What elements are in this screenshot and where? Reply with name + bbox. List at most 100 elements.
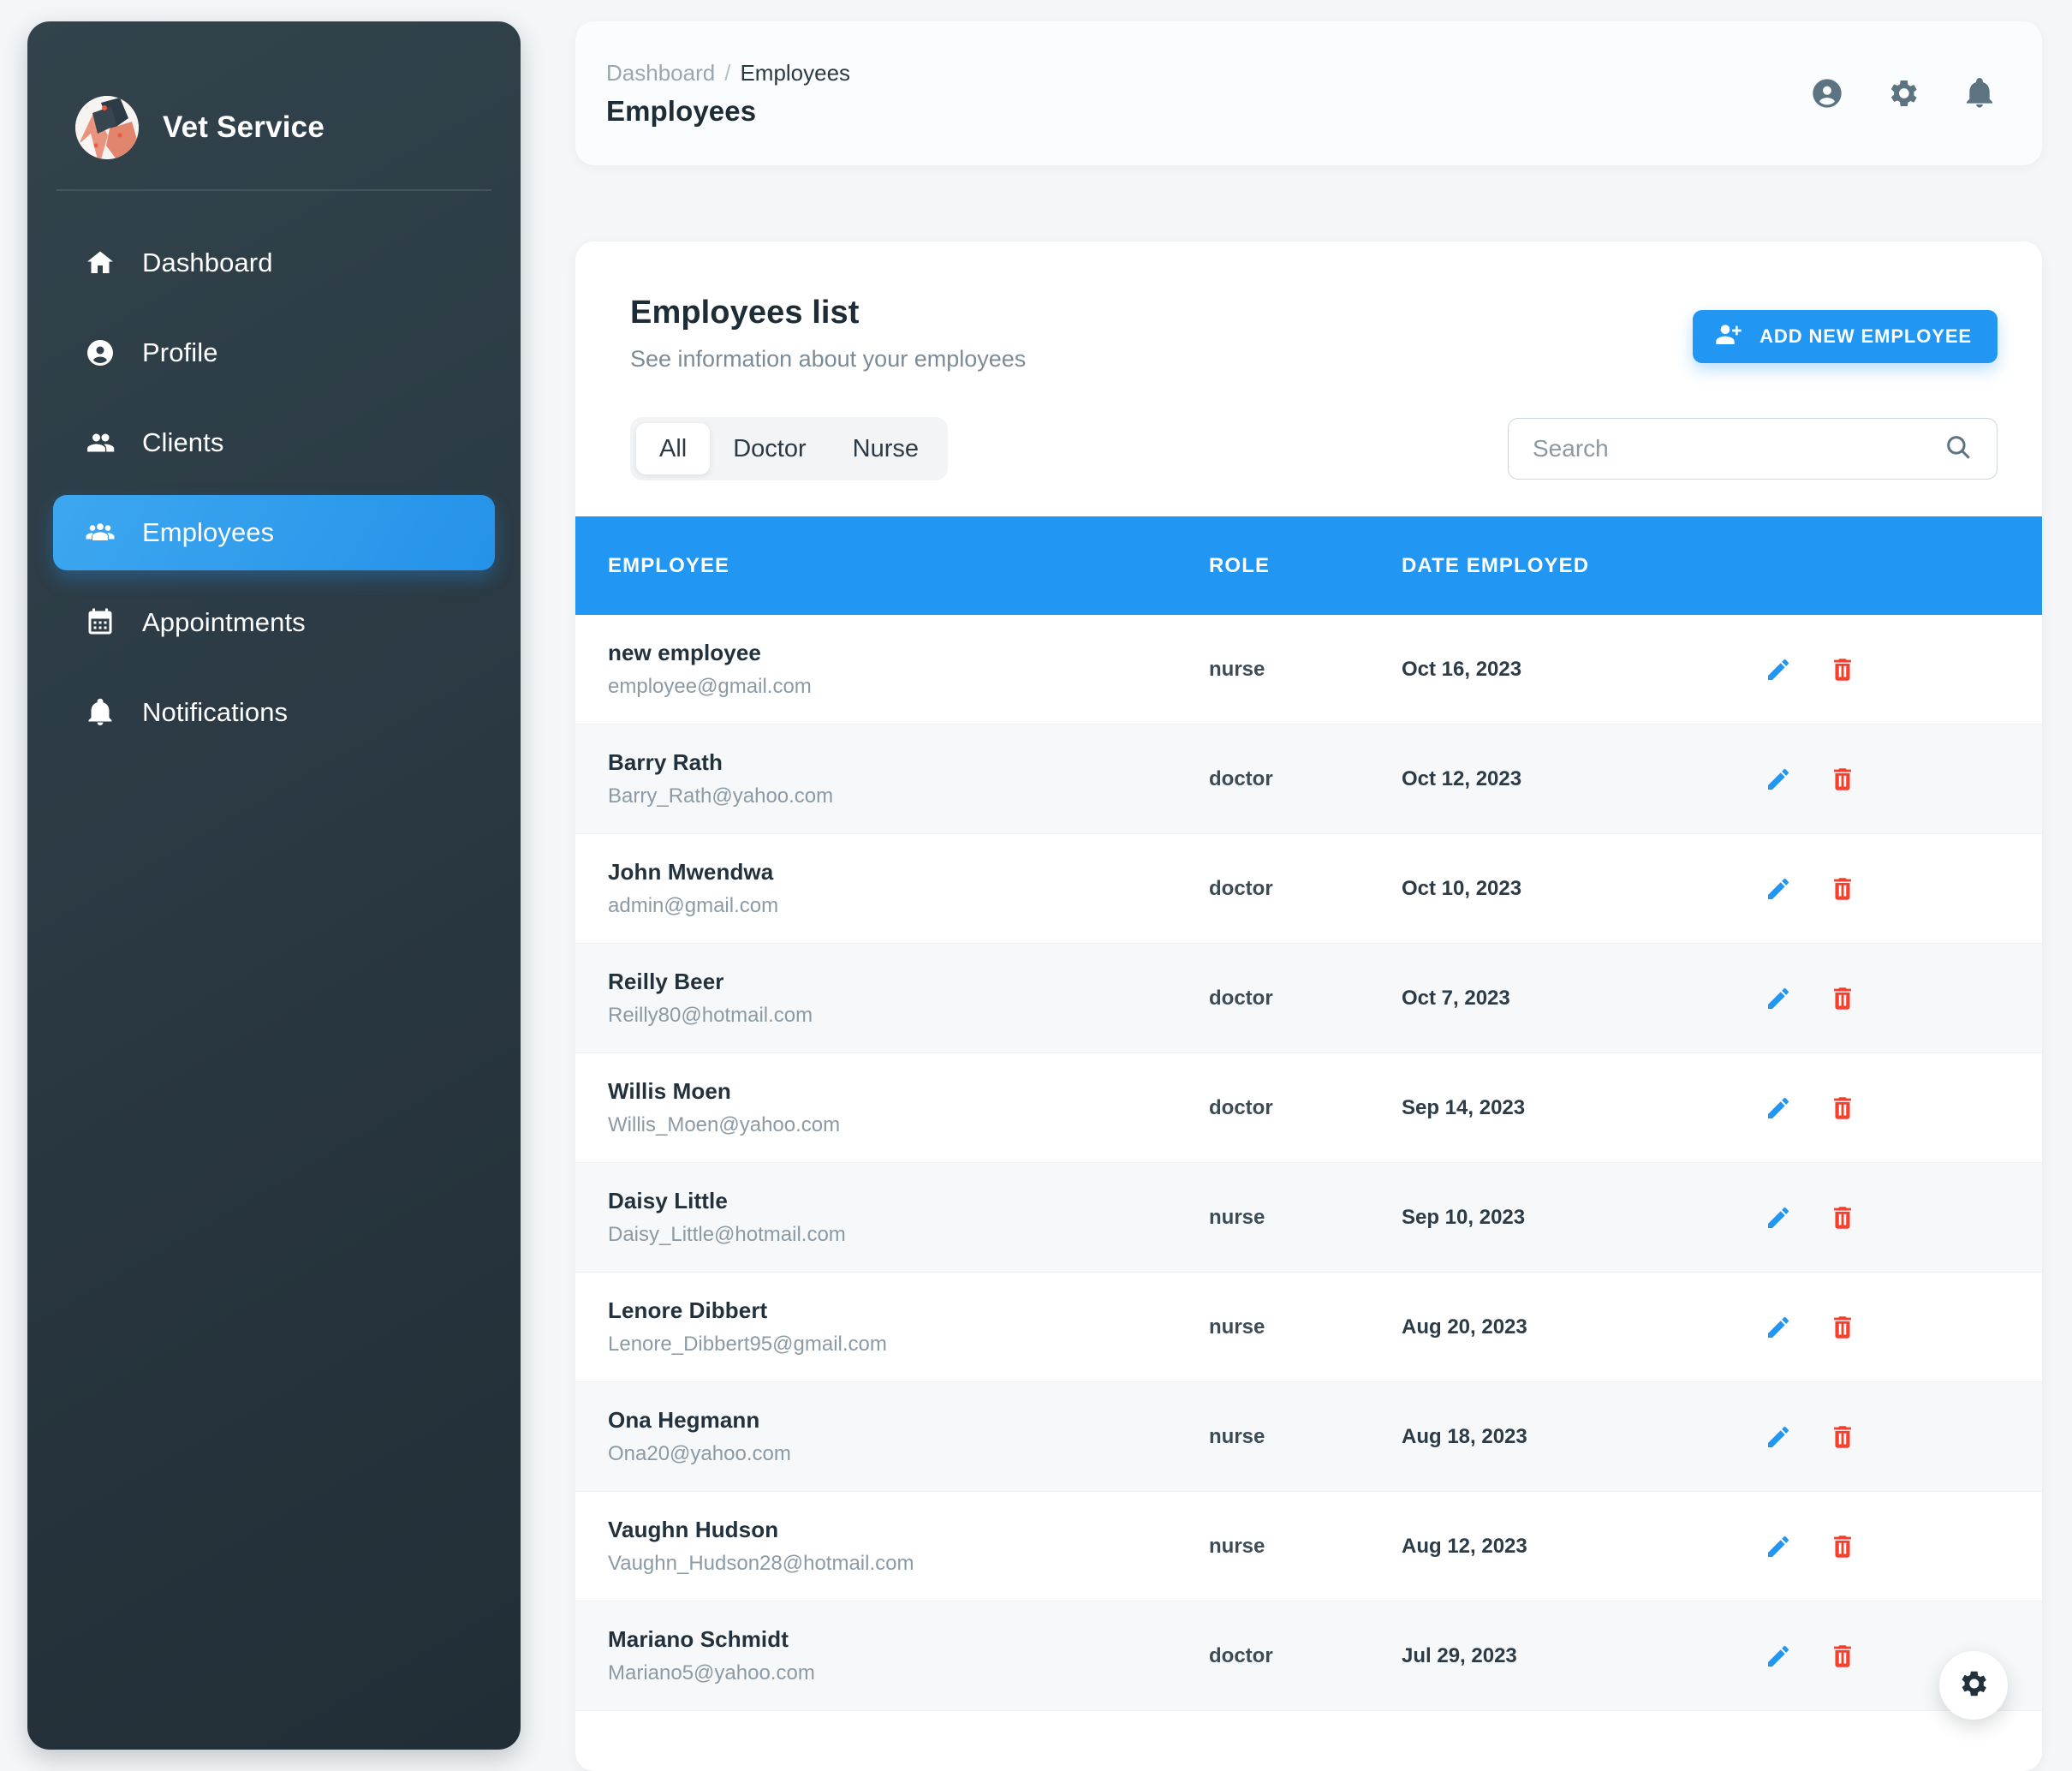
employee-name: Vaughn Hudson — [608, 1517, 779, 1542]
sidebar-item-dashboard[interactable]: Dashboard — [53, 225, 495, 301]
settings-fab-button[interactable] — [1939, 1651, 2008, 1720]
column-header-employee: EMPLOYEE — [608, 553, 730, 577]
cell-date-employed: Oct 16, 2023 — [1402, 657, 1522, 681]
sidebar: Vet Service Dashboard Profile Clients Em… — [27, 21, 521, 1750]
table-row[interactable]: Reilly Beer Reilly80@hotmail.com doctor Oct… — [575, 944, 2042, 1053]
cell-actions — [1761, 1310, 2042, 1345]
card-header: Employees list See information about you… — [575, 242, 2042, 373]
cell-role: doctor — [1209, 876, 1273, 900]
edit-icon[interactable] — [1761, 653, 1795, 687]
sidebar-item-label: Employees — [142, 517, 275, 547]
employee-email: Willis_Moen@yahoo.com — [608, 1113, 841, 1136]
tab-nurse[interactable]: Nurse — [830, 423, 942, 474]
table-row[interactable]: Vaughn Hudson Vaughn_Hudson28@hotmail.com… — [575, 1492, 2042, 1601]
delete-icon[interactable] — [1825, 1201, 1860, 1235]
edit-icon[interactable] — [1761, 1091, 1795, 1125]
account-icon[interactable] — [1809, 75, 1845, 111]
breadcrumb-separator: / — [724, 59, 731, 86]
employee-email: Mariano5@yahoo.com — [608, 1661, 815, 1685]
topbar-actions — [1809, 75, 1998, 111]
cell-employee: Ona Hegmann Ona20@yahoo.com — [575, 1407, 1209, 1466]
sidebar-item-profile[interactable]: Profile — [53, 315, 495, 391]
employee-name: Willis Moen — [608, 1078, 731, 1104]
delete-icon[interactable] — [1825, 1639, 1860, 1673]
page-title: Employees — [606, 94, 757, 127]
table-row[interactable]: Willis Moen Willis_Moen@yahoo.com doctor Se… — [575, 1053, 2042, 1163]
person-add-icon — [1715, 320, 1742, 353]
cell-employee: Reilly Beer Reilly80@hotmail.com — [575, 969, 1209, 1028]
employee-name: Mariano Schmidt — [608, 1626, 789, 1652]
delete-icon[interactable] — [1825, 1530, 1860, 1564]
table-row[interactable]: new employee employee@gmail.com nurse Oct 1… — [575, 615, 2042, 724]
delete-icon[interactable] — [1825, 653, 1860, 687]
cell-date-employed: Oct 10, 2023 — [1402, 876, 1522, 900]
sidebar-item-notifications[interactable]: Notifications — [53, 675, 495, 750]
employee-name: Barry Rath — [608, 749, 723, 775]
cell-role: nurse — [1209, 1205, 1265, 1229]
delete-icon[interactable] — [1825, 762, 1860, 796]
edit-icon[interactable] — [1761, 872, 1795, 906]
cell-role: doctor — [1209, 986, 1273, 1010]
add-new-employee-button[interactable]: ADD NEW EMPLOYEE — [1693, 310, 1998, 363]
table-row[interactable]: Barry Rath Barry_Rath@yahoo.com doctor Oct … — [575, 724, 2042, 834]
cell-employee: John Mwendwa admin@gmail.com — [575, 859, 1209, 918]
table-row[interactable]: Ona Hegmann Ona20@yahoo.com nurse Aug 18, 2… — [575, 1382, 2042, 1492]
edit-icon[interactable] — [1761, 1530, 1795, 1564]
table-row[interactable]: Lenore Dibbert Lenore_Dibbert95@gmail.com… — [575, 1273, 2042, 1382]
cell-actions — [1761, 1530, 2042, 1564]
cell-role: nurse — [1209, 1315, 1265, 1339]
cell-actions — [1761, 762, 2042, 796]
edit-icon[interactable] — [1761, 762, 1795, 796]
edit-icon[interactable] — [1761, 1201, 1795, 1235]
sidebar-item-clients[interactable]: Clients — [53, 405, 495, 480]
edit-icon[interactable] — [1761, 1310, 1795, 1345]
delete-icon[interactable] — [1825, 872, 1860, 906]
bell-icon — [84, 696, 116, 729]
table-header-row: EMPLOYEE ROLE DATE EMPLOYED — [575, 516, 2042, 615]
column-header-role: ROLE — [1209, 553, 1271, 577]
employee-name: Lenore Dibbert — [608, 1297, 768, 1323]
gear-icon[interactable] — [1885, 75, 1921, 111]
table-row[interactable]: Mariano Schmidt Mariano5@yahoo.com doctor J… — [575, 1601, 2042, 1711]
search-box[interactable] — [1508, 418, 1998, 480]
edit-icon[interactable] — [1761, 1420, 1795, 1454]
cell-employee: Vaughn Hudson Vaughn_Hudson28@hotmail.com — [575, 1517, 1209, 1576]
tab-doctor[interactable]: Doctor — [710, 423, 829, 474]
employee-email: Lenore_Dibbert95@gmail.com — [608, 1333, 887, 1356]
delete-icon[interactable] — [1825, 1310, 1860, 1345]
cell-actions — [1761, 981, 2042, 1016]
cell-actions — [1761, 1091, 2042, 1125]
cell-actions — [1761, 653, 2042, 687]
cell-date-employed: Sep 10, 2023 — [1402, 1205, 1526, 1229]
cell-role: doctor — [1209, 1095, 1273, 1119]
employees-card: Employees list See information about you… — [575, 242, 2042, 1771]
topbar: Dashboard / Employees Employees — [575, 21, 2042, 165]
delete-icon[interactable] — [1825, 1091, 1860, 1125]
sidebar-item-appointments[interactable]: Appointments — [53, 585, 495, 660]
brand[interactable]: Vet Service — [27, 21, 521, 189]
sidebar-item-employees[interactable]: Employees — [53, 495, 495, 570]
breadcrumb-employees[interactable]: Employees — [740, 60, 850, 86]
edit-icon[interactable] — [1761, 981, 1795, 1016]
cell-date-employed: Oct 7, 2023 — [1402, 986, 1510, 1010]
search-icon[interactable] — [1944, 432, 1973, 466]
search-input[interactable] — [1533, 435, 1944, 462]
tab-all[interactable]: All — [636, 423, 711, 474]
sidebar-item-label: Clients — [142, 427, 224, 457]
cell-date-employed: Jul 29, 2023 — [1402, 1643, 1517, 1667]
edit-icon[interactable] — [1761, 1639, 1795, 1673]
cell-actions — [1761, 1201, 2042, 1235]
people-group-icon — [84, 516, 116, 549]
breadcrumb-dashboard[interactable]: Dashboard — [606, 60, 715, 86]
bell-icon[interactable] — [1962, 75, 1998, 111]
cell-role: doctor — [1209, 1643, 1273, 1667]
breadcrumb: Dashboard / Employees Employees — [606, 60, 1809, 128]
table-row[interactable]: Daisy Little Daisy_Little@hotmail.com nurs… — [575, 1163, 2042, 1273]
cell-date-employed: Aug 18, 2023 — [1402, 1424, 1527, 1448]
cell-employee: Mariano Schmidt Mariano5@yahoo.com — [575, 1626, 1209, 1685]
delete-icon[interactable] — [1825, 981, 1860, 1016]
cell-role: nurse — [1209, 657, 1265, 681]
table-row[interactable]: John Mwendwa admin@gmail.com doctor Oct 10,… — [575, 834, 2042, 944]
employee-name: Daisy Little — [608, 1188, 728, 1213]
delete-icon[interactable] — [1825, 1420, 1860, 1454]
